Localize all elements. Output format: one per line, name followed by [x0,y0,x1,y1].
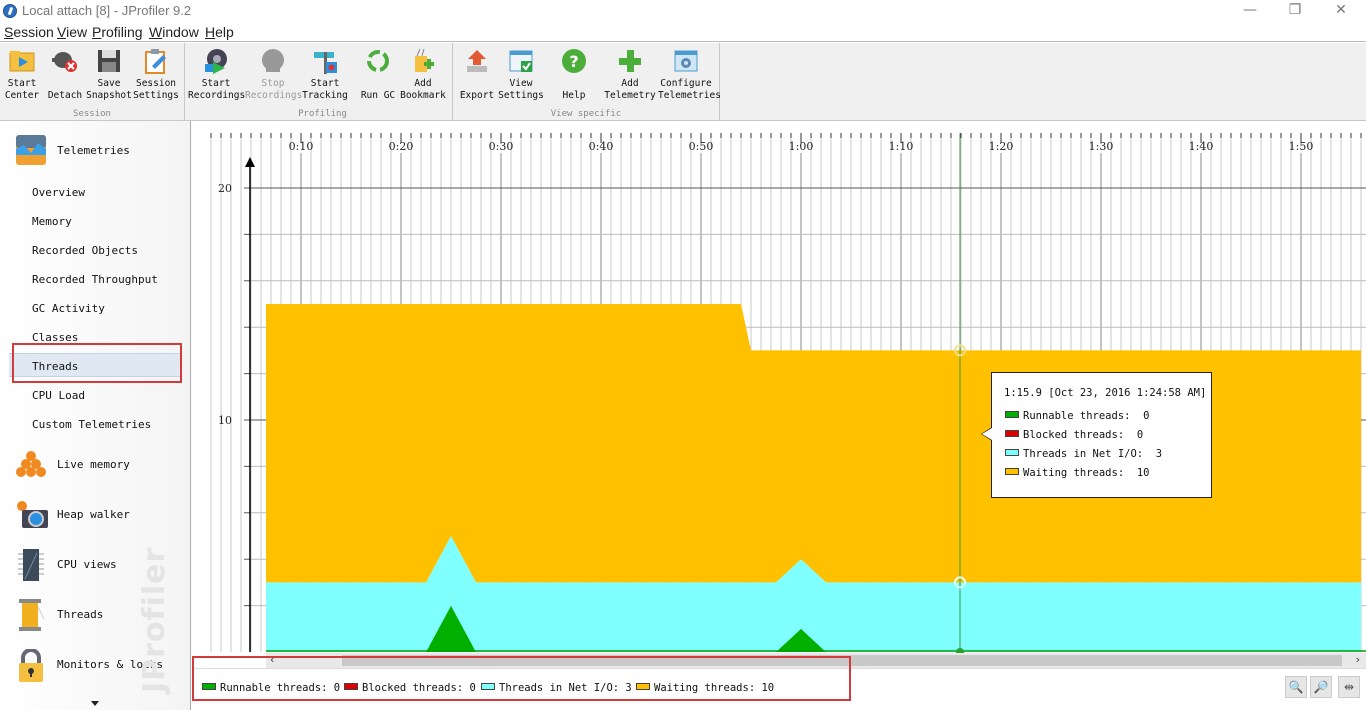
add-telemetry-icon [617,48,643,74]
y-tick-label: 20 [218,182,232,195]
cpu-views-icon [16,549,46,581]
x-tick-label: 1:10 [889,140,914,153]
y-axis-arrow [245,157,255,167]
add-telemetry-button[interactable]: Add Telemetry [602,46,658,106]
detach-icon [52,48,78,74]
runnable-swatch [1005,411,1019,418]
zoom-in-button[interactable]: 🔍 [1285,676,1307,698]
zoom-out-icon: 🔎 [1313,680,1329,694]
sidebar-scroll-down-icon[interactable] [91,701,99,706]
title-bar: Local attach [8] - JProfiler 9.2 — ❐ ✕ [0,0,1366,22]
sidebar-section-telemetries[interactable]: Telemetries [16,133,191,173]
y-tick-label: 10 [218,414,232,427]
window-title: Local attach [8] - JProfiler 9.2 [22,3,192,18]
zoom-out-button[interactable]: 🔎 [1310,676,1332,698]
tooltip-row-runnable: Runnable threads: 0 [1005,410,1149,424]
sidebar-item-memory[interactable]: Memory [9,209,181,233]
fit-width-icon: ⇹ [1343,680,1355,694]
x-tick-label: 0:30 [489,140,514,153]
tooltip-row-blocked: Blocked threads: 0 [1005,429,1143,443]
jprofiler-watermark: JProfiler [137,546,172,694]
blocked-swatch [1005,430,1019,437]
menu-profiling[interactable]: Profiling [92,24,143,40]
x-tick-label: 0:50 [689,140,714,153]
sidebar: Telemetries Overview Memory Recorded Obj… [0,121,191,710]
menu-view[interactable]: View [57,24,87,40]
close-button[interactable]: ✕ [1326,2,1356,20]
x-tick-label: 0:20 [389,140,414,153]
start-center-icon [9,48,35,74]
stop-recordings-icon [260,48,286,74]
telemetries-icon [16,135,46,165]
toolbar: Start Center Detach Save Snapshot Session S… [0,43,1366,121]
sidebar-item-custom-telemetries[interactable]: Custom Telemetries [9,412,181,436]
x-tick-label: 1:30 [1089,140,1114,153]
restore-button[interactable]: ❐ [1280,2,1310,20]
threads-selection-highlight [12,343,182,383]
chart-tooltip: 1:15.9 [Oct 23, 2016 1:24:58 AM] Runnabl… [981,372,1212,498]
heap-walker-icon [16,499,48,529]
add-bookmark-button[interactable]: Add Bookmark [395,46,451,106]
x-tick-label: 1:50 [1289,140,1314,153]
threads-icon [16,599,46,631]
fit-to-window-button[interactable]: ⇹ [1338,676,1360,698]
start-tracking-button[interactable]: Start Tracking [297,46,353,106]
sidebar-section-heap-walker[interactable]: Heap walker [16,497,191,537]
toolbar-group-view-specific: Export View Settings ? Help Add Telemetry … [453,43,721,121]
x-tick-label: 1:00 [789,140,814,153]
zoom-in-icon: 🔍 [1288,680,1304,694]
start-tracking-icon [312,48,338,74]
sidebar-item-gc-activity[interactable]: GC Activity [9,296,181,320]
sidebar-item-recorded-objects[interactable]: Recorded Objects [9,238,181,262]
help-icon: ? [561,48,587,74]
toolbar-group-profiling-2: Run GC Add Bookmark Profiling [298,43,453,121]
toolbar-group-label: View specific [550,109,622,119]
monitors-locks-icon [16,648,46,682]
run-gc-icon [365,48,391,74]
net-io-swatch [1005,449,1019,456]
stop-recordings-button[interactable]: Stop Recordings [245,46,302,106]
menu-window[interactable]: Window [149,24,199,40]
menu-session[interactable]: Session [4,24,54,40]
scroll-right-icon[interactable]: › [1356,653,1360,666]
sidebar-item-recorded-throughput[interactable]: Recorded Throughput [9,267,181,291]
x-tick-label: 0:40 [589,140,614,153]
start-recordings-button[interactable]: Start Recordings [188,46,245,106]
view-settings-button[interactable]: View Settings [493,46,549,106]
sidebar-item-cpu-load[interactable]: CPU Load [9,383,181,407]
configure-telemetries-icon [673,48,699,74]
x-tick-label: 1:40 [1189,140,1214,153]
view-settings-icon [508,48,534,74]
live-memory-icon [16,449,46,479]
minimize-button[interactable]: — [1235,2,1265,20]
session-settings-icon [143,48,169,74]
tooltip-pointer [981,427,992,441]
export-icon [464,48,490,74]
help-button[interactable]: ? Help [546,46,602,106]
legend-highlight-box [192,656,851,701]
waiting-swatch [1005,468,1019,475]
add-bookmark-icon [410,48,436,74]
toolbar-group-session: Start Center Detach Save Snapshot Session S… [0,43,185,121]
sidebar-section-live-memory[interactable]: Live memory [16,447,191,487]
x-tick-label: 1:20 [989,140,1014,153]
menu-bar: Session View Profiling Window Help [0,22,1366,42]
start-recordings-icon [203,48,229,74]
sidebar-item-overview[interactable]: Overview [9,180,181,204]
session-settings-button[interactable]: Session Settings [128,46,184,106]
configure-telemetries-button[interactable]: Configure Telemetries [658,46,721,106]
tooltip-row-net-io: Threads in Net I/O: 3 [1005,448,1162,462]
tooltip-row-waiting: Waiting threads: 10 [1005,467,1149,481]
jprofiler-app-icon [3,4,17,18]
toolbar-group-label: Profiling [298,109,347,119]
menu-help[interactable]: Help [205,24,234,40]
save-snapshot-icon [96,48,122,74]
x-tick-label: 0:10 [289,140,314,153]
svg-text:?: ? [569,52,578,71]
tooltip-timestamp: 1:15.9 [Oct 23, 2016 1:24:58 AM] [1004,387,1207,399]
toolbar-group-label: Session [73,109,111,119]
